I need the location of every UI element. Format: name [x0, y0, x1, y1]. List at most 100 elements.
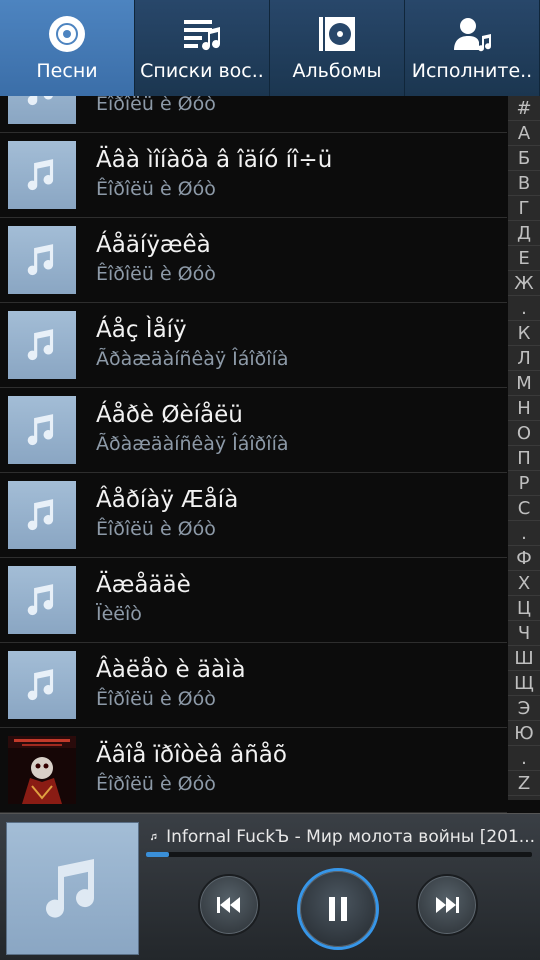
index-letter[interactable]: М	[508, 371, 540, 396]
list-item[interactable]: Áåç Ìåíÿ Ãðàæäàíñêàÿ Îáîðîíà	[0, 303, 507, 388]
index-letter[interactable]: Е	[508, 246, 540, 271]
music-note-icon	[8, 141, 76, 209]
tab-disc[interactable]: Песни	[0, 0, 135, 96]
song-title: Âàëåò è äàìà	[96, 657, 246, 683]
now-playing-title: Infornal FuckЪ - Мир молота войны [201..…	[166, 827, 535, 847]
music-note-icon	[27, 244, 54, 276]
song-title: Áåäíÿæêà	[96, 232, 211, 258]
list-item[interactable]: Äâà ìîíàõà â îäíó íî÷ü Êîðîëü è Øóò	[0, 133, 507, 218]
list-item[interactable]: Áåðè Øèíåëü Ãðàæäàíñêàÿ Îáîðîíà	[0, 388, 507, 473]
index-letter[interactable]: #	[508, 96, 540, 121]
list-item[interactable]: Äâîå ïðîòèâ âñåõ Êîðîëü è Øóò	[0, 728, 507, 813]
tab-label: Списки вос..	[140, 60, 264, 82]
index-letter[interactable]: Н	[508, 396, 540, 421]
music-note-icon	[8, 481, 76, 549]
index-letter[interactable]: .	[508, 746, 540, 771]
index-letter[interactable]: Щ	[508, 671, 540, 696]
music-note-icon	[27, 584, 54, 616]
tab-playlist[interactable]: Списки вос..	[135, 0, 270, 96]
music-note-icon	[27, 499, 54, 531]
tab-label: Исполните..	[411, 60, 533, 82]
music-note-icon	[8, 226, 76, 294]
song-artist: Êîðîëü è Øóò	[96, 688, 216, 710]
song-list[interactable]: Êîðîëü è Øóò Äâà ìîíàõà â îäíó íî÷ü Êîðîëü…	[0, 96, 507, 813]
song-artist: Êîðîëü è Øóò	[96, 773, 216, 795]
alphabet-index[interactable]: # A Б В Г Д Е Ж. К Л М Н О П Р С. Ф Х Ц Ч Ш Щ Э Ю. Z	[508, 96, 540, 800]
playlist-icon	[180, 14, 224, 54]
music-note-icon	[27, 414, 54, 446]
music-note-icon	[8, 651, 76, 719]
list-item[interactable]: Áåäíÿæêà Êîðîëü è Øóò	[0, 218, 507, 303]
song-title: Äâà ìîíàõà â îäíó íî÷ü	[96, 147, 333, 173]
index-letter[interactable]: .	[508, 521, 540, 546]
list-item[interactable]: Äæåääè Ïèëîò	[0, 558, 507, 643]
song-artist: Êîðîëü è Øóò	[96, 96, 216, 115]
now-playing-art[interactable]	[6, 822, 139, 955]
tab-bar: Песни Списки вос.. Альбомы Исполните..	[0, 0, 540, 96]
progress-fill	[146, 852, 170, 857]
song-title: Âåðíàÿ Æåíà	[96, 487, 239, 513]
index-letter[interactable]: .	[508, 296, 540, 321]
index-letter[interactable]: П	[508, 446, 540, 471]
song-title: Áåðè Øèíåëü	[96, 402, 243, 428]
album-cover-art	[8, 736, 76, 804]
music-note-icon	[151, 833, 157, 841]
index-letter[interactable]: A	[508, 121, 540, 146]
index-letter[interactable]: Э	[508, 696, 540, 721]
song-artist: Ãðàæäàíñêàÿ Îáîðîíà	[96, 433, 289, 455]
music-note-icon	[8, 566, 76, 634]
index-letter[interactable]: Ю	[508, 721, 540, 746]
index-letter[interactable]: Г	[508, 196, 540, 221]
index-letter[interactable]: Л	[508, 346, 540, 371]
index-letter[interactable]: Х	[508, 571, 540, 596]
music-note-icon	[8, 311, 76, 379]
pause-button[interactable]	[297, 868, 379, 950]
music-note-icon	[27, 96, 53, 106]
album-icon	[315, 14, 359, 54]
index-letter[interactable]: С	[508, 496, 540, 521]
index-letter[interactable]: Ч	[508, 621, 540, 646]
list-item[interactable]: Âåðíàÿ Æåíà Êîðîëü è Øóò	[0, 473, 507, 558]
tab-album[interactable]: Альбомы	[270, 0, 405, 96]
music-note-icon	[8, 96, 76, 124]
mini-player[interactable]: Infornal FuckЪ - Мир молота войны [201..…	[0, 813, 540, 960]
song-artist: Êîðîëü è Øóò	[96, 178, 216, 200]
music-note-icon	[27, 329, 54, 361]
index-letter[interactable]: Ф	[508, 546, 540, 571]
next-button[interactable]	[416, 874, 478, 936]
song-artist: Êîðîëü è Øóò	[96, 263, 216, 285]
progress-bar[interactable]	[146, 852, 532, 857]
list-item[interactable]: Âàëåò è äàìà Êîðîëü è Øóò	[0, 643, 507, 728]
disc-icon	[45, 14, 89, 54]
previous-button[interactable]	[198, 874, 260, 936]
index-letter[interactable]: О	[508, 421, 540, 446]
index-letter[interactable]: Ш	[508, 646, 540, 671]
index-letter[interactable]: Р	[508, 471, 540, 496]
tab-label: Песни	[36, 60, 98, 82]
music-note-icon	[45, 858, 94, 918]
song-title: Äâîå ïðîòèâ âñåõ	[96, 742, 287, 768]
index-letter[interactable]: Z	[508, 771, 540, 796]
index-letter[interactable]: Д	[508, 221, 540, 246]
album-art	[8, 736, 76, 804]
now-playing-title-bar[interactable]: Infornal FuckЪ - Мир молота войны [201..…	[150, 822, 535, 852]
index-letter[interactable]: Б	[508, 146, 540, 171]
index-letter[interactable]: В	[508, 171, 540, 196]
tab-label: Альбомы	[292, 60, 382, 82]
next-icon	[436, 897, 459, 913]
index-letter[interactable]: Ц	[508, 596, 540, 621]
artist-icon	[450, 14, 494, 54]
music-note-icon	[27, 669, 54, 701]
music-note-icon	[27, 159, 54, 191]
song-artist: Êîðîëü è Øóò	[96, 518, 216, 540]
music-note-icon	[8, 396, 76, 464]
previous-icon	[217, 897, 240, 913]
song-title: Äæåääè	[96, 572, 191, 598]
song-artist: Ãðàæäàíñêàÿ Îáîðîíà	[96, 348, 289, 370]
tab-artist[interactable]: Исполните..	[405, 0, 540, 96]
list-item[interactable]: Êîðîëü è Øóò	[0, 96, 507, 133]
index-letter[interactable]: К	[508, 321, 540, 346]
index-letter[interactable]: Ж	[508, 271, 540, 296]
song-title: Áåç Ìåíÿ	[96, 317, 187, 343]
song-artist: Ïèëîò	[96, 603, 142, 625]
